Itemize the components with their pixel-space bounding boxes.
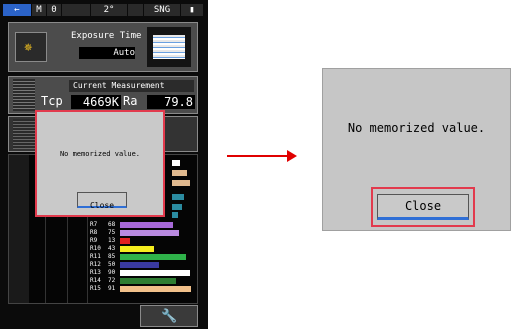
- cri-row-label: R8: [90, 229, 98, 236]
- close-button-label: Close: [89, 201, 115, 210]
- blank-indicator-2: [128, 4, 143, 16]
- cri-row-bar: [120, 254, 187, 260]
- cri-row-bar: [120, 238, 131, 244]
- cri-row-label: R9: [90, 237, 98, 244]
- zoomed-close-highlight: Close: [371, 187, 475, 227]
- cri-row-bar: [120, 230, 179, 236]
- cri-row-bar: [120, 246, 154, 252]
- cri-row: R10 43: [90, 246, 200, 253]
- cri-row-label: R15: [90, 285, 101, 292]
- cri-row-bar: [120, 286, 191, 292]
- arrow-line: [227, 155, 291, 157]
- chart-bar-partial: [172, 170, 187, 176]
- settings-wrench-button[interactable]: 🔧: [140, 305, 198, 327]
- spectrum-mini-icon: [13, 79, 35, 111]
- cri-row: R12 50: [90, 262, 200, 269]
- cri-row-value: 43: [108, 245, 116, 252]
- cri-row-label: R12: [90, 261, 101, 268]
- exposure-value: Auto: [113, 48, 135, 58]
- close-button[interactable]: Close: [77, 192, 127, 210]
- chart-bar-partial: [172, 212, 178, 218]
- battery-icon: ▮: [181, 4, 203, 16]
- cri-row-label: R14: [90, 277, 101, 284]
- status-bar: ← M 0 2° SNG ▮: [3, 4, 203, 16]
- cri-row-value: 91: [108, 285, 116, 292]
- tcp-label: Tcp: [41, 94, 63, 108]
- cri-row-bar: [120, 278, 177, 284]
- chart-bar-partial: [172, 194, 184, 200]
- exposure-panel: ✵ Exposure Time Auto: [8, 22, 198, 72]
- ra-label: Ra: [123, 94, 138, 108]
- cri-row: R14 72: [90, 278, 200, 285]
- cri-row-value: 85: [108, 253, 116, 260]
- zoomed-dialog: No memorized value. Close: [322, 68, 511, 231]
- arrow-right-icon: [287, 150, 297, 162]
- cri-row-value: 68: [108, 221, 116, 228]
- angle-indicator: 2°: [91, 4, 127, 16]
- measurement-mode-indicator: SNG: [144, 4, 180, 16]
- cri-row: R15 91: [90, 286, 200, 293]
- no-value-dialog: No memorized value. Close: [35, 110, 165, 217]
- cri-row-value: 72: [108, 277, 116, 284]
- current-measurement-title: Current Measurement: [73, 81, 165, 90]
- cri-row: R9 13: [90, 238, 200, 245]
- cri-row: R7 68: [90, 222, 200, 229]
- cri-row: R11 85: [90, 254, 200, 261]
- current-measurement-panel: Current Measurement Tcp 4669K Ra 79.8: [8, 76, 198, 114]
- blank-indicator: [62, 4, 90, 16]
- exposure-value-box[interactable]: Auto: [79, 47, 135, 59]
- mode-indicator: M: [32, 4, 46, 16]
- cri-row-bar: [120, 270, 191, 276]
- cri-row-value: 90: [108, 269, 116, 276]
- wrench-icon: 🔧: [161, 309, 178, 324]
- zoomed-close-button[interactable]: Close: [377, 194, 469, 220]
- cri-row: R13 90: [90, 270, 200, 277]
- cri-row-value: 13: [108, 237, 116, 244]
- cri-row-value: 75: [108, 229, 116, 236]
- dialog-message: No memorized value.: [59, 150, 141, 158]
- back-arrow-icon[interactable]: ←: [3, 4, 31, 16]
- cri-row-value: 50: [108, 261, 116, 268]
- cri-row-label: R7: [90, 221, 98, 228]
- tcp-value: 4669K: [82, 95, 119, 109]
- chart-bar-partial: [172, 204, 182, 210]
- spectrum-thumbnail-icon[interactable]: [147, 27, 191, 67]
- device-screen: ← M 0 2° SNG ▮ ✵ Exposure Time Auto Curr…: [0, 0, 208, 329]
- cri-row-label: R10: [90, 245, 101, 252]
- cri-row: R8 75: [90, 230, 200, 237]
- cri-row-bar: [120, 262, 159, 268]
- cri-row-label: R13: [90, 269, 101, 276]
- chart-bar-partial: [172, 160, 180, 166]
- cri-row-label: R11: [90, 253, 101, 260]
- light-source-icon[interactable]: ✵: [15, 32, 47, 62]
- exposure-label: Exposure Time: [71, 31, 142, 41]
- memory-indicator: 0: [47, 4, 61, 16]
- cri-row-bar: [120, 222, 173, 228]
- zoomed-close-label: Close: [404, 199, 442, 213]
- ra-value: 79.8: [164, 95, 193, 109]
- chart-bar-partial: [172, 180, 190, 186]
- zoomed-dialog-message: No memorized value.: [347, 121, 486, 135]
